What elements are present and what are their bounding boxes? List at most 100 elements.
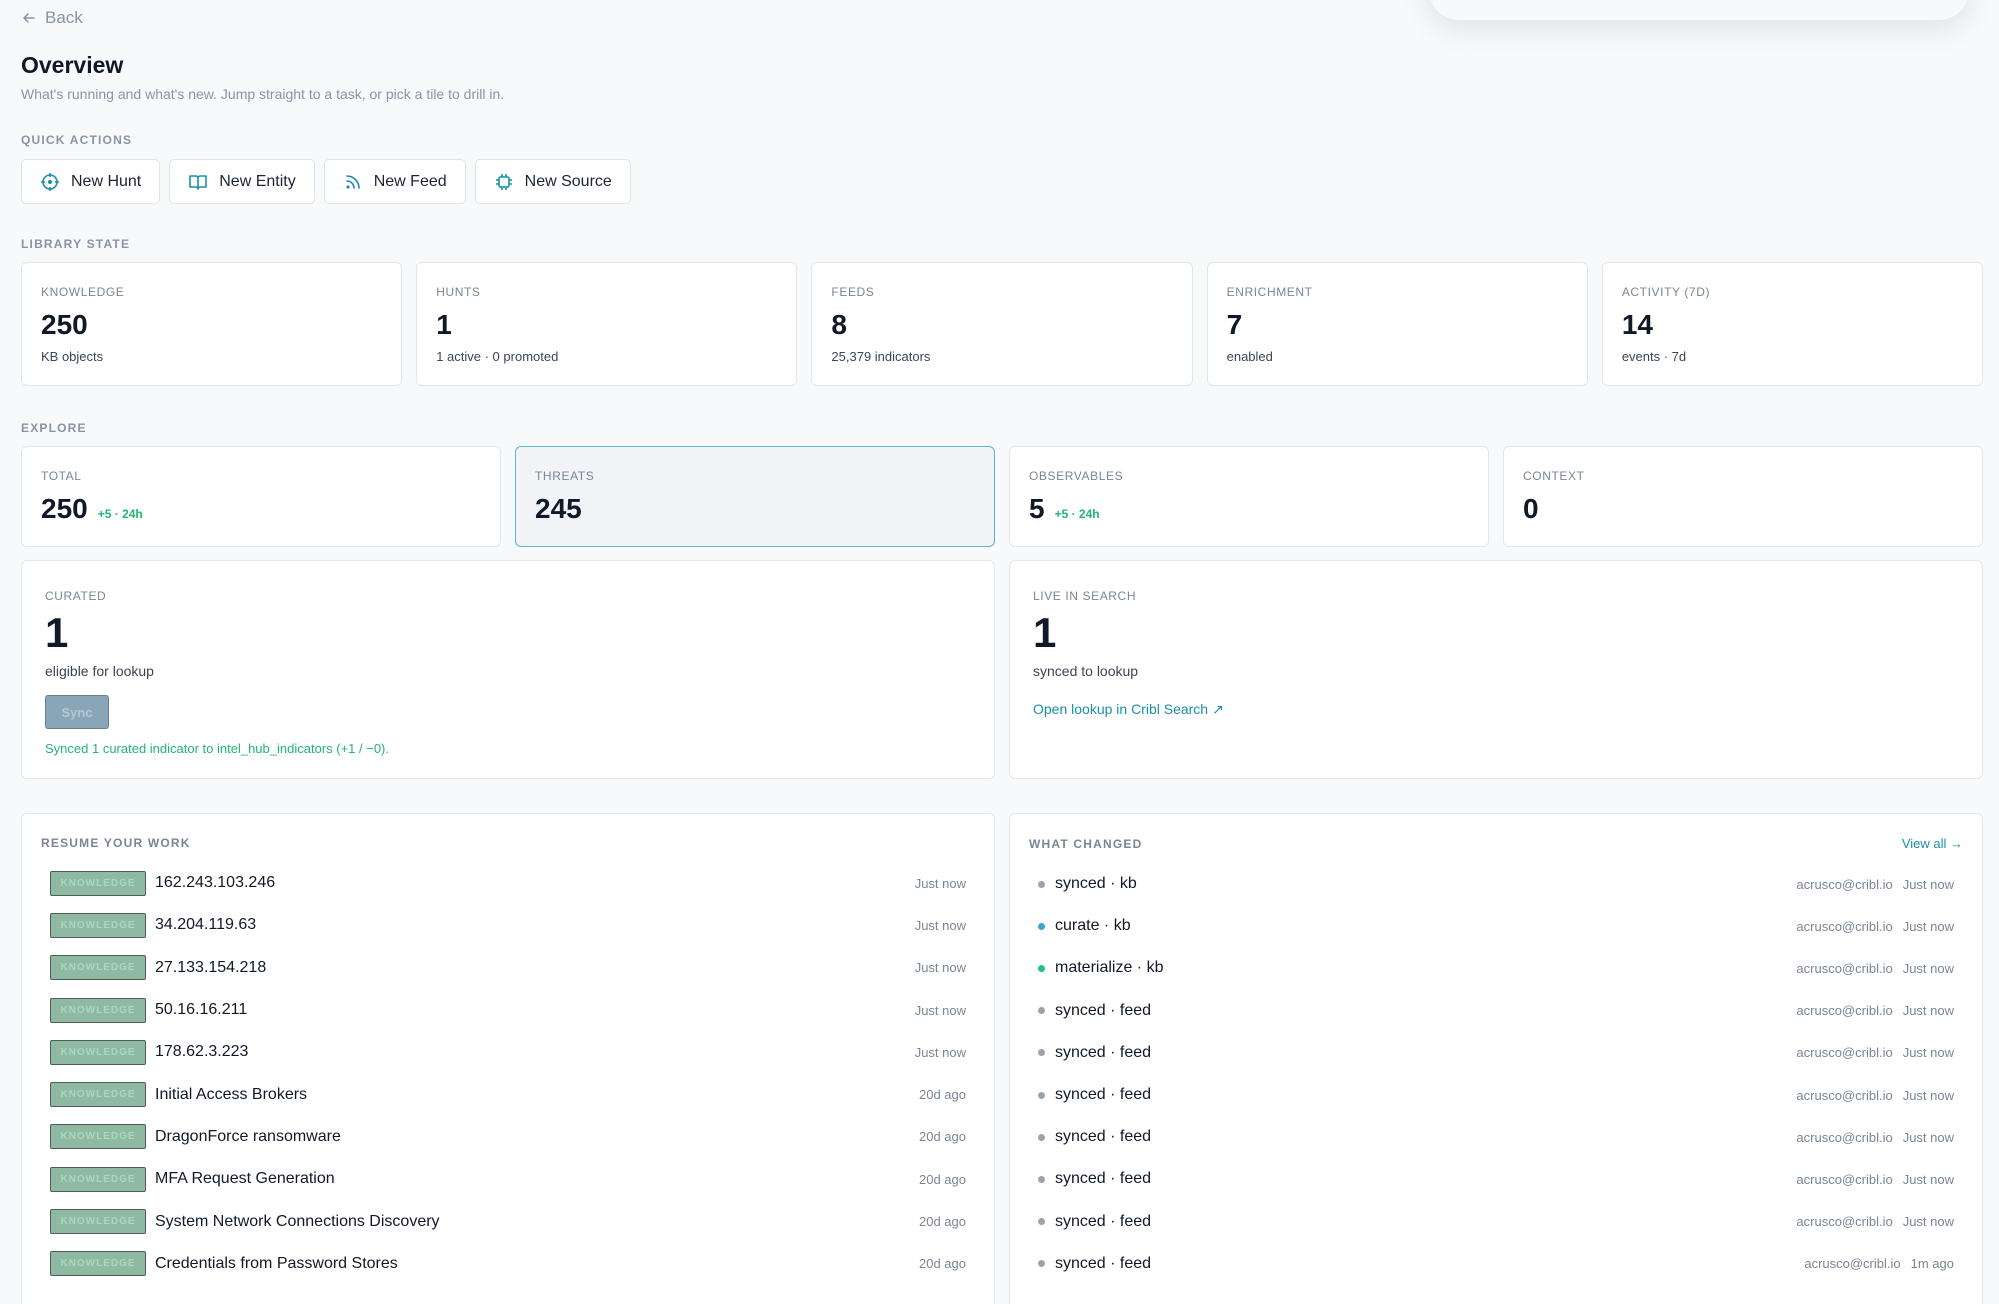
open-lookup-link[interactable]: Open lookup in Cribl Search ↗ bbox=[1033, 701, 1224, 718]
sync-button[interactable]: Sync bbox=[45, 695, 109, 729]
change-item[interactable]: synced · feed acrusco@cribl.io Just now bbox=[1029, 1032, 1963, 1074]
item-name: 34.204.119.63 bbox=[155, 916, 257, 934]
change-user: acrusco@cribl.io bbox=[1796, 1171, 1893, 1187]
resume-list: KNOWLEDGE 162.243.103.246 Just now KNOWLEDG… bbox=[41, 862, 975, 1285]
change-event: synced · feed bbox=[1055, 1254, 1152, 1272]
tile-label: TOTAL bbox=[41, 469, 82, 483]
change-item[interactable]: synced · feed acrusco@cribl.io Just now bbox=[1029, 1158, 1963, 1200]
change-item[interactable]: synced · feed acrusco@cribl.io Just now bbox=[1029, 990, 1963, 1032]
feeds-card[interactable]: FEEDS 8 25,379 indicators bbox=[811, 262, 1193, 386]
card-subtext: 1 active · 0 promoted bbox=[436, 349, 559, 364]
library-state-label: LIBRARY STATE bbox=[21, 237, 131, 251]
item-name: DragonForce ransomware bbox=[155, 1127, 341, 1145]
type-badge: KNOWLEDGE bbox=[50, 955, 146, 981]
type-badge: KNOWLEDGE bbox=[50, 1082, 146, 1108]
change-item[interactable]: synced · feed acrusco@cribl.io 1m ago bbox=[1029, 1243, 1963, 1285]
page-title: Overview bbox=[21, 52, 124, 78]
new-hunt-label: New Hunt bbox=[71, 172, 142, 190]
resume-panel: RESUME YOUR WORK KNOWLEDGE 162.243.103.24… bbox=[21, 813, 995, 1304]
resume-item[interactable]: KNOWLEDGE 162.243.103.246 Just now bbox=[41, 862, 975, 904]
type-badge: KNOWLEDGE bbox=[50, 1166, 146, 1192]
change-user: acrusco@cribl.io bbox=[1796, 1129, 1893, 1145]
new-feed-button[interactable]: New Feed bbox=[323, 159, 466, 204]
change-event: synced · feed bbox=[1055, 1212, 1152, 1230]
item-time: Just now bbox=[914, 917, 966, 933]
change-item[interactable]: synced · feed acrusco@cribl.io Just now bbox=[1029, 1201, 1963, 1243]
status-dot bbox=[1038, 1218, 1045, 1226]
change-item[interactable]: curate · kb acrusco@cribl.io Just now bbox=[1029, 905, 1963, 947]
tile-label: THREATS bbox=[535, 469, 595, 483]
explore-cards: TOTAL 250 +5 · 24h THREATS 245 OBSERVABL… bbox=[21, 446, 1983, 547]
change-user: acrusco@cribl.io bbox=[1796, 1214, 1893, 1230]
hunts-card[interactable]: HUNTS 1 1 active · 0 promoted bbox=[416, 262, 798, 386]
context-tile[interactable]: CONTEXT 0 bbox=[1503, 446, 1983, 547]
item-name: MFA Request Generation bbox=[155, 1170, 335, 1188]
new-source-button[interactable]: New Source bbox=[474, 159, 631, 204]
item-name: System Network Connections Discovery bbox=[155, 1212, 440, 1230]
item-name: 50.16.16.211 bbox=[155, 1001, 248, 1019]
tile-label: OBSERVABLES bbox=[1029, 469, 1124, 483]
item-name: Credentials from Password Stores bbox=[155, 1254, 398, 1272]
change-event: synced · feed bbox=[1055, 1170, 1152, 1188]
crosshair-icon bbox=[41, 172, 59, 191]
new-entity-button[interactable]: New Entity bbox=[169, 159, 315, 204]
change-item[interactable]: synced · feed acrusco@cribl.io Just now bbox=[1029, 1116, 1963, 1158]
change-time: Just now bbox=[1902, 1045, 1954, 1061]
change-event: curate · kb bbox=[1055, 917, 1131, 935]
arrow-left-icon bbox=[23, 13, 35, 23]
popover-shadow bbox=[1429, 0, 1969, 20]
type-badge: KNOWLEDGE bbox=[50, 997, 146, 1023]
change-user: acrusco@cribl.io bbox=[1796, 960, 1893, 976]
type-badge: KNOWLEDGE bbox=[50, 912, 146, 938]
change-time: Just now bbox=[1902, 960, 1954, 976]
card-value: 7 bbox=[1226, 309, 1243, 340]
change-item[interactable]: synced · feed acrusco@cribl.io Just now bbox=[1029, 1074, 1963, 1116]
status-dot bbox=[1038, 964, 1045, 972]
resume-item[interactable]: KNOWLEDGE 178.62.3.223 Just now bbox=[41, 1031, 975, 1073]
new-hunt-button[interactable]: New Hunt bbox=[21, 159, 161, 204]
change-time: Just now bbox=[1902, 1214, 1954, 1230]
status-dot bbox=[1038, 1260, 1045, 1268]
threats-tile[interactable]: THREATS 245 bbox=[515, 446, 995, 547]
activity-panels: RESUME YOUR WORK KNOWLEDGE 162.243.103.24… bbox=[21, 813, 1983, 1304]
resume-item[interactable]: KNOWLEDGE MFA Request Generation 20d ago bbox=[41, 1158, 975, 1200]
activity-card[interactable]: ACTIVITY (7D) 14 events · 7d bbox=[1601, 262, 1984, 386]
resume-item[interactable]: KNOWLEDGE 27.133.154.218 Just now bbox=[41, 947, 975, 989]
live-in-search-card: LIVE IN SEARCH 1 synced to lookup Open l… bbox=[1009, 560, 1983, 779]
card-label: ACTIVITY (7D) bbox=[1621, 285, 1711, 299]
change-item[interactable]: materialize · kb acrusco@cribl.io Just now bbox=[1029, 947, 1963, 989]
resume-item[interactable]: KNOWLEDGE 34.204.119.63 Just now bbox=[41, 904, 975, 946]
item-time: 20d ago bbox=[919, 1087, 966, 1103]
total-tile[interactable]: TOTAL 250 +5 · 24h bbox=[21, 446, 501, 547]
quick-actions: New Hunt New Entity New Feed New Source bbox=[21, 159, 631, 204]
enrichment-card[interactable]: ENRICHMENT 7 enabled bbox=[1206, 262, 1588, 386]
status-dot bbox=[1038, 922, 1045, 930]
new-feed-label: New Feed bbox=[373, 172, 447, 190]
new-source-label: New Source bbox=[524, 172, 612, 190]
card-value: 8 bbox=[831, 309, 847, 340]
card-value: 14 bbox=[1621, 309, 1653, 340]
sync-message: Synced 1 curated indicator to intel_hub_… bbox=[45, 741, 389, 756]
item-time: 20d ago bbox=[919, 1256, 966, 1272]
resume-item[interactable]: KNOWLEDGE Credentials from Password Store… bbox=[41, 1243, 975, 1285]
change-event: synced · feed bbox=[1055, 1001, 1152, 1019]
resume-item[interactable]: KNOWLEDGE Initial Access Brokers 20d ago bbox=[41, 1073, 975, 1115]
tile-value: 245 bbox=[535, 493, 582, 524]
knowledge-card[interactable]: KNOWLEDGE 250 KB objects bbox=[21, 262, 403, 386]
curated-subtext: eligible for lookup bbox=[45, 663, 154, 679]
status-dot bbox=[1038, 1091, 1045, 1099]
card-label: KNOWLEDGE bbox=[41, 285, 125, 299]
back-link[interactable]: Back bbox=[21, 8, 83, 28]
change-item[interactable]: synced · kb acrusco@cribl.io Just now bbox=[1029, 863, 1963, 905]
live-label: LIVE IN SEARCH bbox=[1033, 589, 1137, 603]
view-all-link[interactable]: View all → bbox=[1902, 836, 1963, 851]
change-event: synced · kb bbox=[1055, 875, 1137, 893]
resume-item[interactable]: KNOWLEDGE DragonForce ransomware 20d ago bbox=[41, 1116, 975, 1158]
item-time: 20d ago bbox=[919, 1129, 966, 1145]
card-subtext: events · 7d bbox=[1621, 349, 1687, 364]
observables-tile[interactable]: OBSERVABLES 5 +5 · 24h bbox=[1009, 446, 1489, 547]
curated-value: 1 bbox=[45, 609, 69, 656]
resume-item[interactable]: KNOWLEDGE System Network Connections Disc… bbox=[41, 1200, 975, 1242]
card-label: ENRICHMENT bbox=[1226, 285, 1313, 299]
resume-item[interactable]: KNOWLEDGE 50.16.16.211 Just now bbox=[41, 989, 975, 1031]
